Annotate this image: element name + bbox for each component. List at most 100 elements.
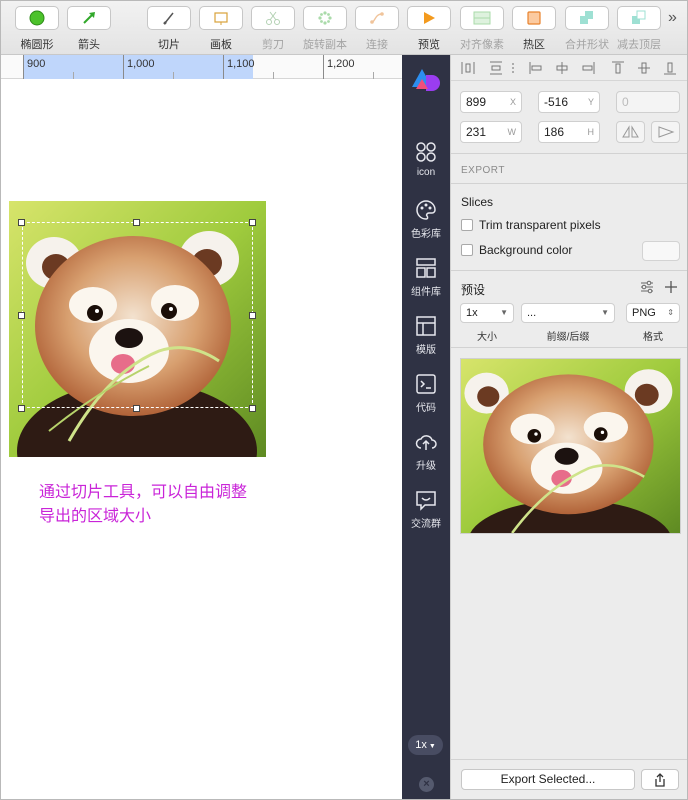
chevron-down-icon: ▼ <box>428 743 436 750</box>
slice-tool-button[interactable] <box>147 6 191 30</box>
hotspot-tool[interactable]: 热区 <box>510 6 558 51</box>
chat-icon <box>416 491 436 511</box>
flip-vertical-button[interactable] <box>651 121 680 143</box>
export-format-select[interactable]: PNG ⇕ <box>626 303 680 323</box>
connect-tool-button[interactable] <box>355 6 399 30</box>
plugin-sidebar: icon 色彩库 组件库 模版 代码 升级 交流群 <box>402 55 450 799</box>
height-field[interactable]: 186 H <box>538 121 600 143</box>
background-color-label: Background color <box>479 243 573 257</box>
toolbar-overflow-button[interactable]: » <box>668 9 677 27</box>
resize-handle-bottom[interactable] <box>133 405 140 412</box>
resize-handle-bottom-left[interactable] <box>18 405 25 412</box>
align-top-icon[interactable] <box>611 61 625 75</box>
oval-tool-button[interactable] <box>15 6 59 30</box>
y-value: -516 <box>544 95 569 109</box>
align-right-icon[interactable] <box>581 61 595 75</box>
align-pixels-tool-button[interactable] <box>460 6 504 30</box>
palette-icon <box>416 200 436 220</box>
trim-transparent-option[interactable]: Trim transparent pixels <box>461 218 601 232</box>
align-bottom-icon[interactable] <box>663 61 677 75</box>
hotspot-icon <box>527 11 541 25</box>
resize-handle-top-right[interactable] <box>249 219 256 226</box>
scissors-tool-button[interactable] <box>251 6 295 30</box>
sidebar-item-chat[interactable]: 交流群 <box>402 483 450 533</box>
distribute-horizontal-icon[interactable] <box>461 61 475 75</box>
background-color-checkbox[interactable] <box>461 244 473 256</box>
ruler-label: 1,200 <box>327 58 355 70</box>
rotate-copies-tool[interactable]: 旋转副本 <box>301 6 349 51</box>
rotate-copies-tool-button[interactable] <box>303 6 347 30</box>
scissors-tool[interactable]: 剪刀 <box>249 6 297 51</box>
sidebar-item-components[interactable]: 组件库 <box>402 251 450 301</box>
plugin-logo-icon <box>412 69 440 91</box>
slice-tool[interactable]: 切片 <box>145 6 193 51</box>
arrow-tool[interactable]: 箭头 <box>65 6 113 51</box>
rotate-copies-icon <box>318 11 332 25</box>
preset-title: 预设 <box>461 283 486 297</box>
subtract-tool[interactable]: 减去顶层 <box>615 6 663 51</box>
close-panel-button[interactable]: × <box>419 777 434 792</box>
align-pixels-tool[interactable]: 对齐像素 <box>458 6 506 51</box>
sidebar-item-palette[interactable]: 色彩库 <box>402 193 450 243</box>
width-field[interactable]: 231 W <box>460 121 522 143</box>
align-middle-vertical-icon[interactable] <box>637 61 651 75</box>
rotation-field[interactable]: 0 <box>616 91 680 113</box>
sidebar-item-code[interactable]: 代码 <box>402 367 450 417</box>
resize-handle-bottom-right[interactable] <box>249 405 256 412</box>
union-tool[interactable]: 合并形状 <box>563 6 611 51</box>
prefix-suffix-select[interactable]: ... ▼ <box>521 303 615 323</box>
stepper-arrows-icon: ⇕ <box>667 308 674 317</box>
background-color-well[interactable] <box>642 241 680 261</box>
close-icon: × <box>423 778 430 790</box>
export-size-value: 1x <box>466 307 478 319</box>
slices-title: Slices <box>461 195 494 209</box>
flip-horizontal-button[interactable] <box>616 121 645 143</box>
x-position-field[interactable]: 899 X <box>460 91 522 113</box>
sidebar-item-label: 交流群 <box>411 519 441 530</box>
arrow-tool-button[interactable] <box>67 6 111 30</box>
export-section-title: EXPORT <box>461 165 505 176</box>
prefix-suffix-value: ... <box>527 307 537 319</box>
preview-tool-button[interactable] <box>407 6 451 30</box>
align-left-icon[interactable] <box>529 61 543 75</box>
artboard-tool-button[interactable] <box>199 6 243 30</box>
divider <box>451 270 687 271</box>
slice-selection-box[interactable] <box>22 222 253 408</box>
canvas[interactable]: 900 1,000 1,100 1,200 通过切片工具，可以自由调整 导出的区… <box>1 55 402 799</box>
trim-transparent-checkbox[interactable] <box>461 219 473 231</box>
scale-selector[interactable]: 1x ▼ <box>408 735 443 755</box>
artboard-tool[interactable]: 画板 <box>197 6 245 51</box>
ruler-label: 1,100 <box>227 58 255 70</box>
format-column-label: 格式 <box>643 332 663 343</box>
y-position-field[interactable]: -516 Y <box>538 91 600 113</box>
subtract-tool-button[interactable] <box>617 6 661 30</box>
ruler-minor-tick <box>173 72 174 79</box>
resize-handle-left[interactable] <box>18 312 25 319</box>
connect-icon <box>370 12 384 24</box>
w-unit-label: W <box>507 127 517 137</box>
hotspot-tool-button[interactable] <box>512 6 556 30</box>
sidebar-item-icon[interactable]: icon <box>402 135 450 185</box>
resize-handle-top[interactable] <box>133 219 140 226</box>
preview-tool[interactable]: 预览 <box>405 6 453 51</box>
export-size-select[interactable]: 1x ▼ <box>460 303 514 323</box>
union-tool-label: 合并形状 <box>565 39 609 51</box>
preview-play-icon <box>424 12 435 24</box>
add-preset-icon[interactable] <box>664 280 678 294</box>
align-center-horizontal-icon[interactable] <box>555 61 569 75</box>
resize-handle-right[interactable] <box>249 312 256 319</box>
resize-handle-top-left[interactable] <box>18 219 25 226</box>
size-column-label: 大小 <box>477 332 497 343</box>
union-tool-button[interactable] <box>565 6 609 30</box>
sidebar-item-upgrade[interactable]: 升级 <box>402 425 450 475</box>
distribute-vertical-icon[interactable] <box>489 61 503 75</box>
sidebar-item-label: 组件库 <box>411 287 441 298</box>
background-color-option[interactable]: Background color <box>461 243 572 257</box>
oval-tool[interactable]: 椭圆形 <box>13 6 61 51</box>
export-selected-button[interactable]: Export Selected... <box>461 769 635 790</box>
preset-settings-icon[interactable] <box>640 280 654 294</box>
sidebar-item-template[interactable]: 模版 <box>402 309 450 359</box>
align-pixels-icon <box>473 11 491 25</box>
connect-tool[interactable]: 连接 <box>353 6 401 51</box>
share-button[interactable] <box>641 769 679 790</box>
